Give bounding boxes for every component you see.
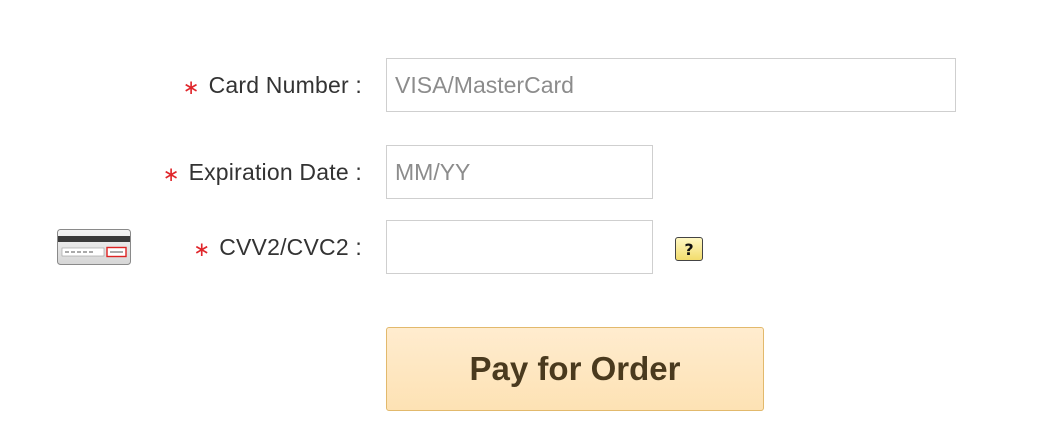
expiration-date-input[interactable] (386, 145, 653, 199)
expiration-date-label-group: ∗ Expiration Date : (163, 145, 362, 199)
card-number-input[interactable] (386, 58, 956, 112)
cvv-row: ∗ CVV2/CVC2 : ? (0, 220, 1062, 274)
pay-for-order-button[interactable]: Pay for Order (386, 327, 764, 411)
payment-form: ∗ Card Number : ∗ Expiration Date : (0, 0, 1062, 448)
expiration-date-label: Expiration Date : (188, 158, 362, 185)
required-asterisk: ∗ (162, 162, 180, 186)
required-asterisk: ∗ (182, 75, 200, 99)
help-icon-label: ? (684, 239, 694, 259)
question-mark-icon[interactable]: ? (675, 237, 703, 261)
cvv-label-group: ∗ CVV2/CVC2 : (193, 220, 362, 274)
cvv-input[interactable] (386, 220, 653, 274)
card-number-row: ∗ Card Number : (0, 58, 1062, 112)
card-number-label-group: ∗ Card Number : (183, 58, 362, 112)
card-number-label: Card Number : (208, 71, 362, 98)
cvv-label: CVV2/CVC2 : (219, 233, 362, 260)
expiration-date-row: ∗ Expiration Date : (0, 145, 1062, 199)
credit-card-back-icon (57, 229, 131, 265)
required-asterisk: ∗ (193, 237, 211, 261)
